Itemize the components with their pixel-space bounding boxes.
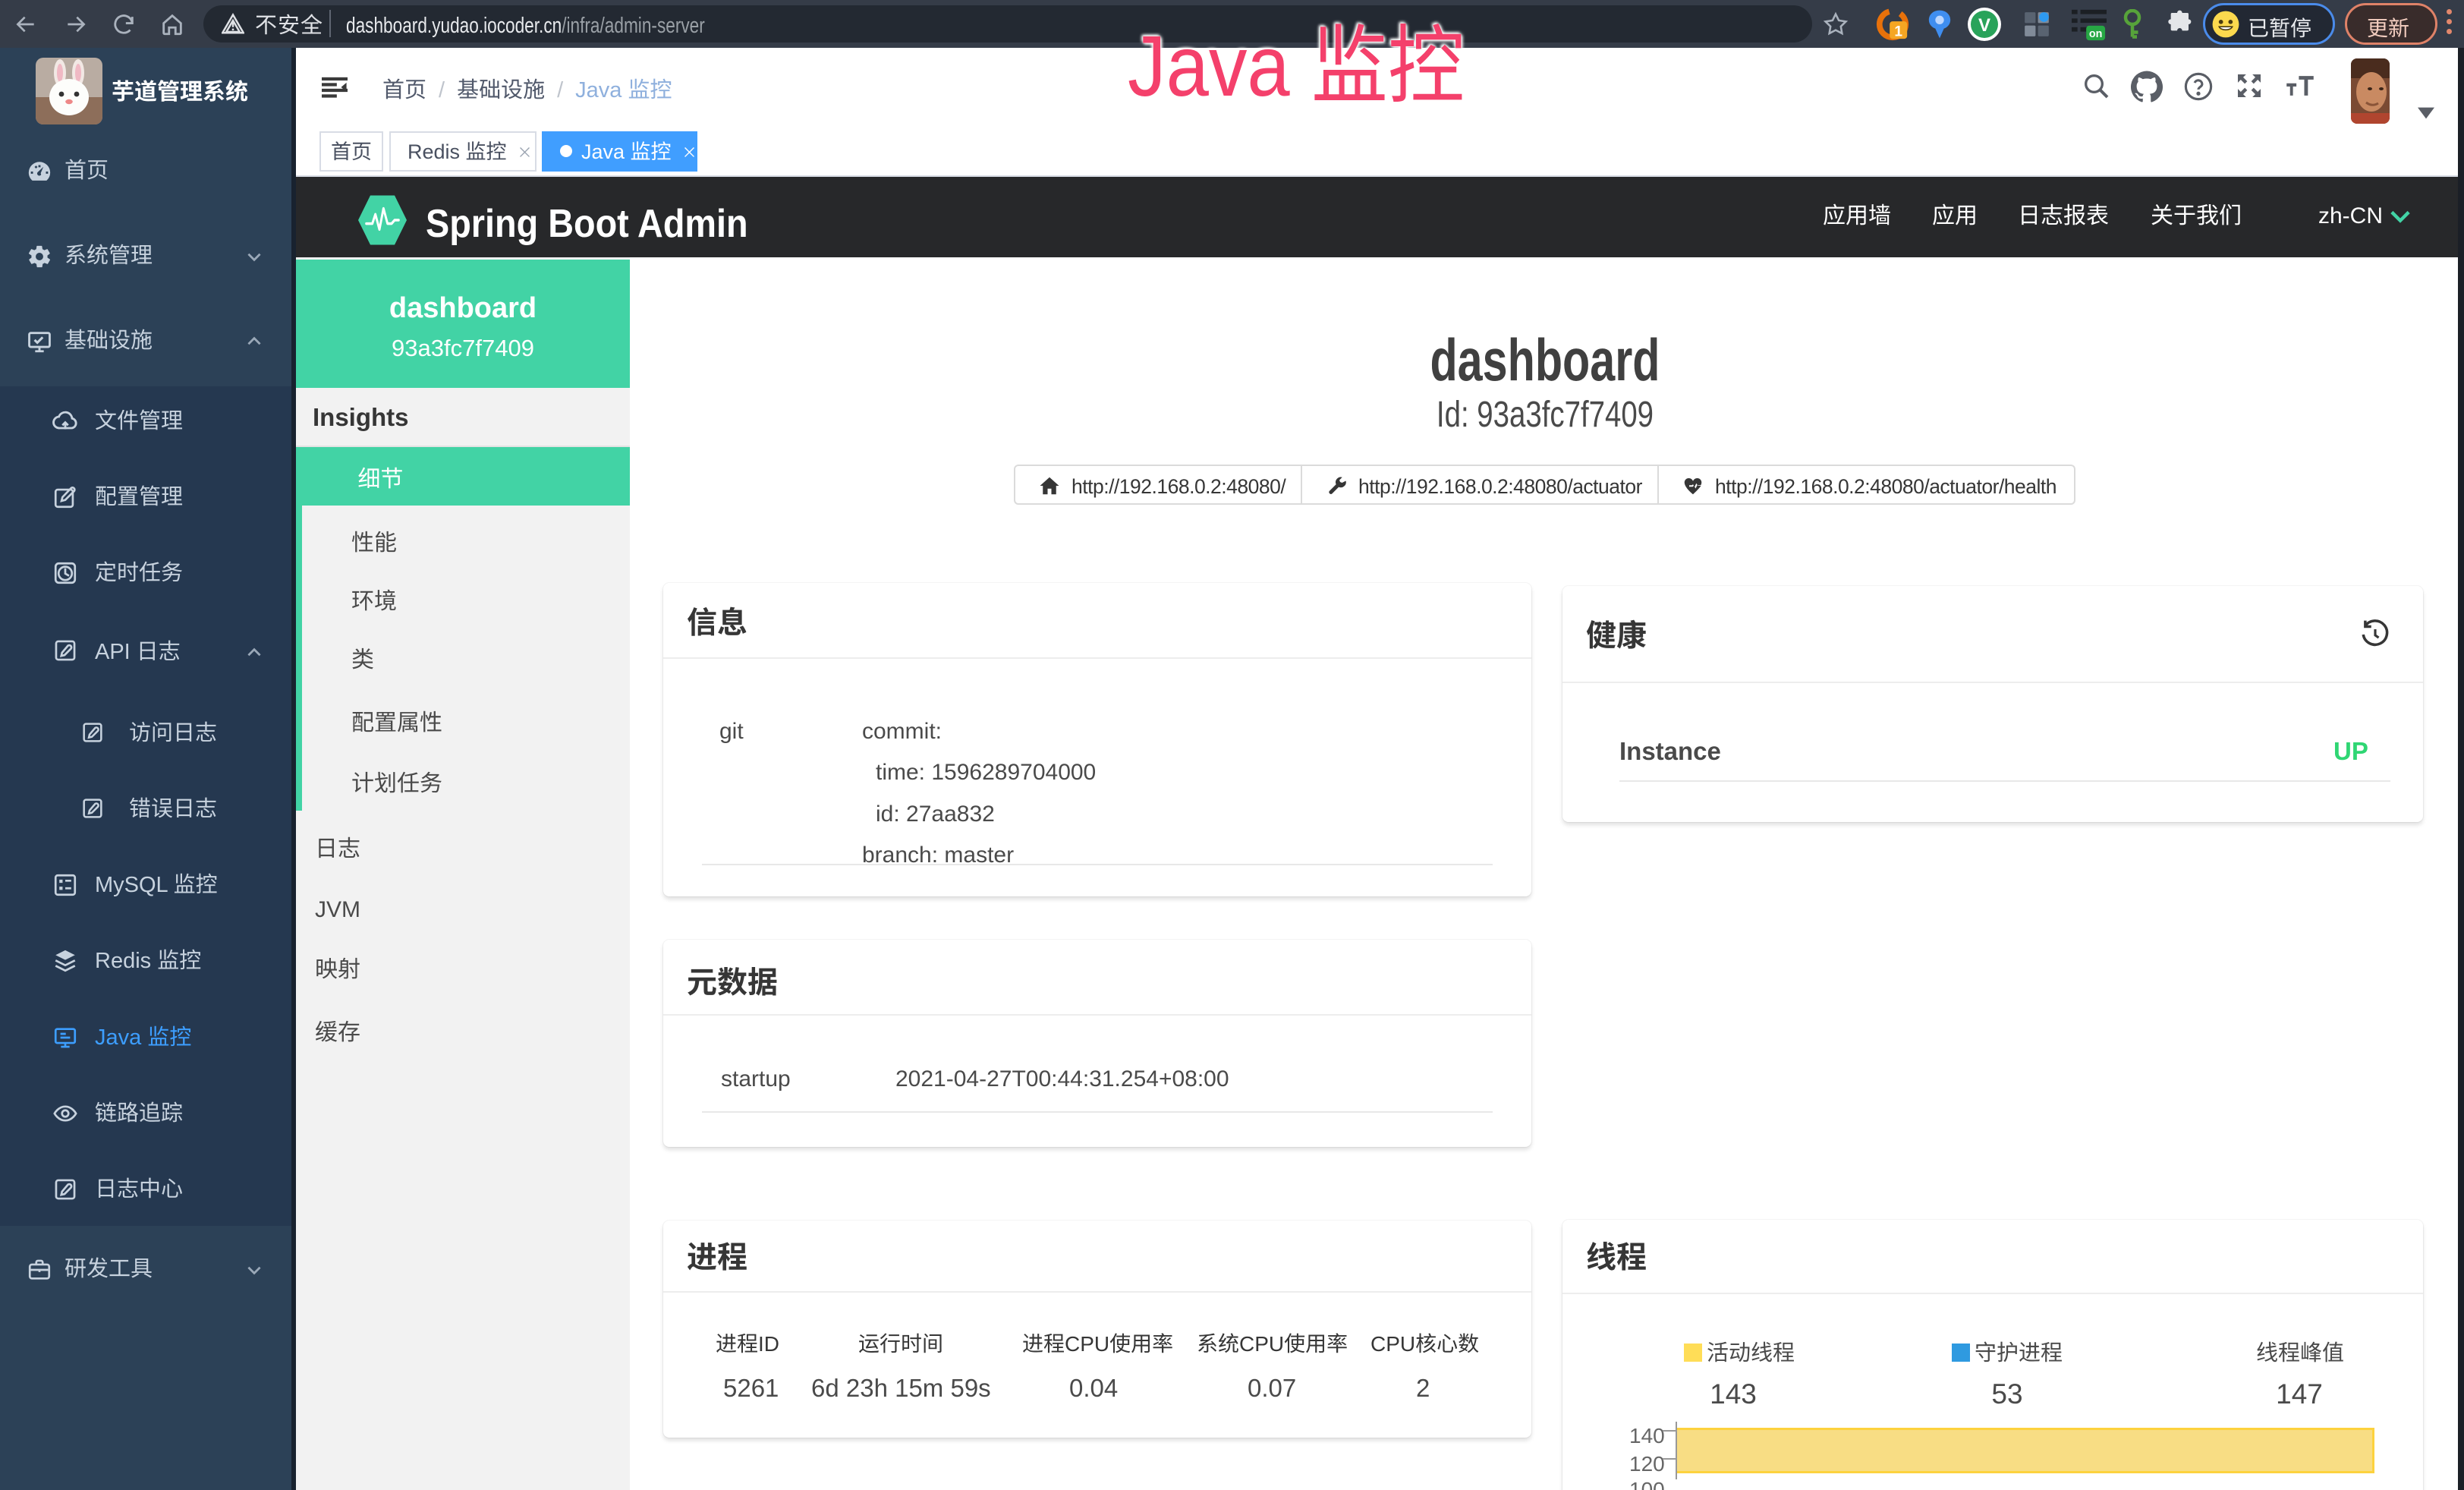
svg-text:1: 1 [1894,19,1902,40]
svg-text:V: V [1978,10,1990,36]
svg-text:on: on [2089,25,2103,41]
